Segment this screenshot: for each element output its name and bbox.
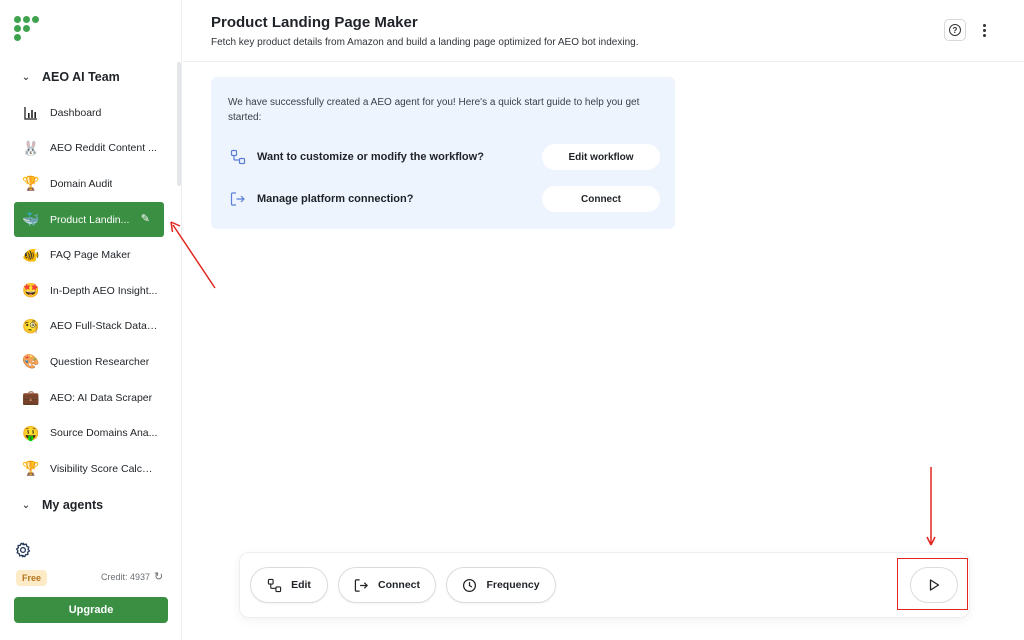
sidebar-item-label: AEO: AI Data Scraper bbox=[50, 391, 153, 404]
credit-balance: Credit: 4937 bbox=[101, 572, 151, 582]
section-title: AEO AI Team bbox=[42, 70, 120, 84]
sidebar: ⌄ AEO AI Team Dashboard 🐰 AEO Reddit Con… bbox=[0, 0, 182, 640]
quick-start-intro: We have successfully created a AEO agent… bbox=[228, 97, 640, 123]
edit-label: Edit bbox=[291, 579, 311, 591]
briefcase-icon: 💼 bbox=[22, 389, 40, 406]
edit-workflow-button[interactable]: Edit workflow bbox=[542, 144, 660, 170]
more-options-icon[interactable] bbox=[977, 19, 991, 41]
workflow-icon bbox=[267, 578, 282, 592]
run-button-arrow-annotation bbox=[926, 467, 936, 546]
sidebar-item-dashboard[interactable]: Dashboard bbox=[14, 95, 164, 131]
connect-button[interactable]: Connect bbox=[338, 567, 436, 603]
sidebar-item-label: AEO Reddit Content ... bbox=[50, 142, 157, 155]
sidebar-scrollbar[interactable] bbox=[177, 62, 181, 186]
pencil-icon[interactable]: ✎ bbox=[141, 212, 150, 225]
fish-icon: 🐠 bbox=[22, 246, 40, 263]
page-header: Product Landing Page Maker Fetch key pro… bbox=[183, 0, 1024, 62]
sidebar-item-aeo-full-stack-data[interactable]: 🧐 AEO Full-Stack Data ... bbox=[14, 309, 164, 345]
highlight-box-annotation bbox=[897, 558, 968, 610]
whale-icon: 🐳 bbox=[22, 211, 40, 228]
quick-start-card: We have successfully created a AEO agent… bbox=[211, 77, 675, 229]
sidebar-item-label: Domain Audit bbox=[50, 177, 113, 190]
gear-icon[interactable] bbox=[14, 541, 32, 559]
sidebar-item-label: Dashboard bbox=[50, 106, 102, 119]
sidebar-item-aeo-ai-data-scraper[interactable]: 💼 AEO: AI Data Scraper bbox=[14, 380, 164, 416]
connection-row: Manage platform connection? Connect bbox=[228, 186, 660, 212]
sidebar-item-label: AEO Full-Stack Data ... bbox=[50, 320, 158, 333]
trophy-icon: 🏆 bbox=[22, 460, 40, 477]
connect-platform-button[interactable]: Connect bbox=[542, 186, 660, 212]
sidebar-item-label: In-Depth AEO Insight... bbox=[50, 284, 158, 297]
trophy-icon: 🏆 bbox=[22, 175, 40, 192]
refresh-icon[interactable]: ↻ bbox=[154, 570, 163, 583]
sidebar-item-label: Visibility Score Calcul... bbox=[50, 462, 158, 475]
sidebar-item-label: Product Landin... bbox=[50, 213, 130, 226]
sidebar-item-domain-audit[interactable]: 🏆 Domain Audit bbox=[14, 166, 164, 202]
sidebar-item-label: FAQ Page Maker bbox=[50, 249, 131, 262]
sidebar-item-aeo-reddit-content[interactable]: 🐰 AEO Reddit Content ... bbox=[14, 131, 164, 167]
money-face-icon: 🤑 bbox=[22, 424, 40, 441]
connect-icon bbox=[354, 578, 368, 592]
sidebar-item-label: Question Researcher bbox=[50, 355, 150, 368]
frequency-label: Frequency bbox=[486, 579, 540, 591]
connect-label: Connect bbox=[378, 579, 420, 591]
chevron-down-icon: ⌄ bbox=[21, 71, 31, 83]
app-logo[interactable] bbox=[14, 16, 44, 46]
page-title: Product Landing Page Maker bbox=[211, 14, 418, 31]
section-my-agents[interactable]: ⌄ My agents bbox=[20, 498, 103, 512]
bottom-toolbar: Edit Connect Frequency bbox=[239, 552, 970, 618]
connect-icon bbox=[228, 189, 248, 209]
sidebar-item-product-landing[interactable]: 🐳 Product Landin... ✎ bbox=[14, 201, 164, 238]
plan-badge: Free bbox=[16, 570, 48, 586]
clock-icon bbox=[463, 578, 477, 592]
monocle-face-icon: 🧐 bbox=[22, 317, 40, 334]
sidebar-item-faq-page-maker[interactable]: 🐠 FAQ Page Maker bbox=[14, 237, 164, 273]
sidebar-item-source-domains[interactable]: 🤑 Source Domains Ana... bbox=[14, 415, 164, 451]
workflow-icon bbox=[228, 147, 248, 167]
connection-question: Manage platform connection? bbox=[257, 193, 414, 205]
edit-button[interactable]: Edit bbox=[250, 567, 328, 603]
chevron-down-icon: ⌄ bbox=[21, 499, 31, 511]
frequency-button[interactable]: Frequency bbox=[446, 567, 556, 603]
bar-chart-icon bbox=[22, 104, 40, 122]
rabbit-icon: 🐰 bbox=[22, 139, 40, 156]
palette-icon: 🎨 bbox=[22, 353, 40, 370]
sidebar-item-visibility-score[interactable]: 🏆 Visibility Score Calcul... bbox=[14, 451, 164, 487]
customize-question: Want to customize or modify the workflow… bbox=[257, 151, 484, 163]
page-subtitle: Fetch key product details from Amazon an… bbox=[211, 37, 639, 48]
upgrade-button[interactable]: Upgrade bbox=[14, 597, 168, 623]
section-title: My agents bbox=[42, 498, 104, 512]
sidebar-item-in-depth-aeo-insight[interactable]: 🤩 In-Depth AEO Insight... bbox=[14, 273, 164, 309]
star-struck-icon: 🤩 bbox=[22, 282, 40, 299]
sidebar-item-label: Source Domains Ana... bbox=[50, 427, 158, 440]
help-button[interactable]: ? bbox=[944, 19, 966, 41]
customize-row: Want to customize or modify the workflow… bbox=[228, 144, 660, 170]
section-aeo-ai-team[interactable]: ⌄ AEO AI Team bbox=[20, 70, 120, 84]
agent-list: Dashboard 🐰 AEO Reddit Content ... 🏆 Dom… bbox=[14, 95, 164, 487]
question-mark-icon: ? bbox=[949, 24, 961, 36]
sidebar-item-question-researcher[interactable]: 🎨 Question Researcher bbox=[14, 344, 164, 380]
